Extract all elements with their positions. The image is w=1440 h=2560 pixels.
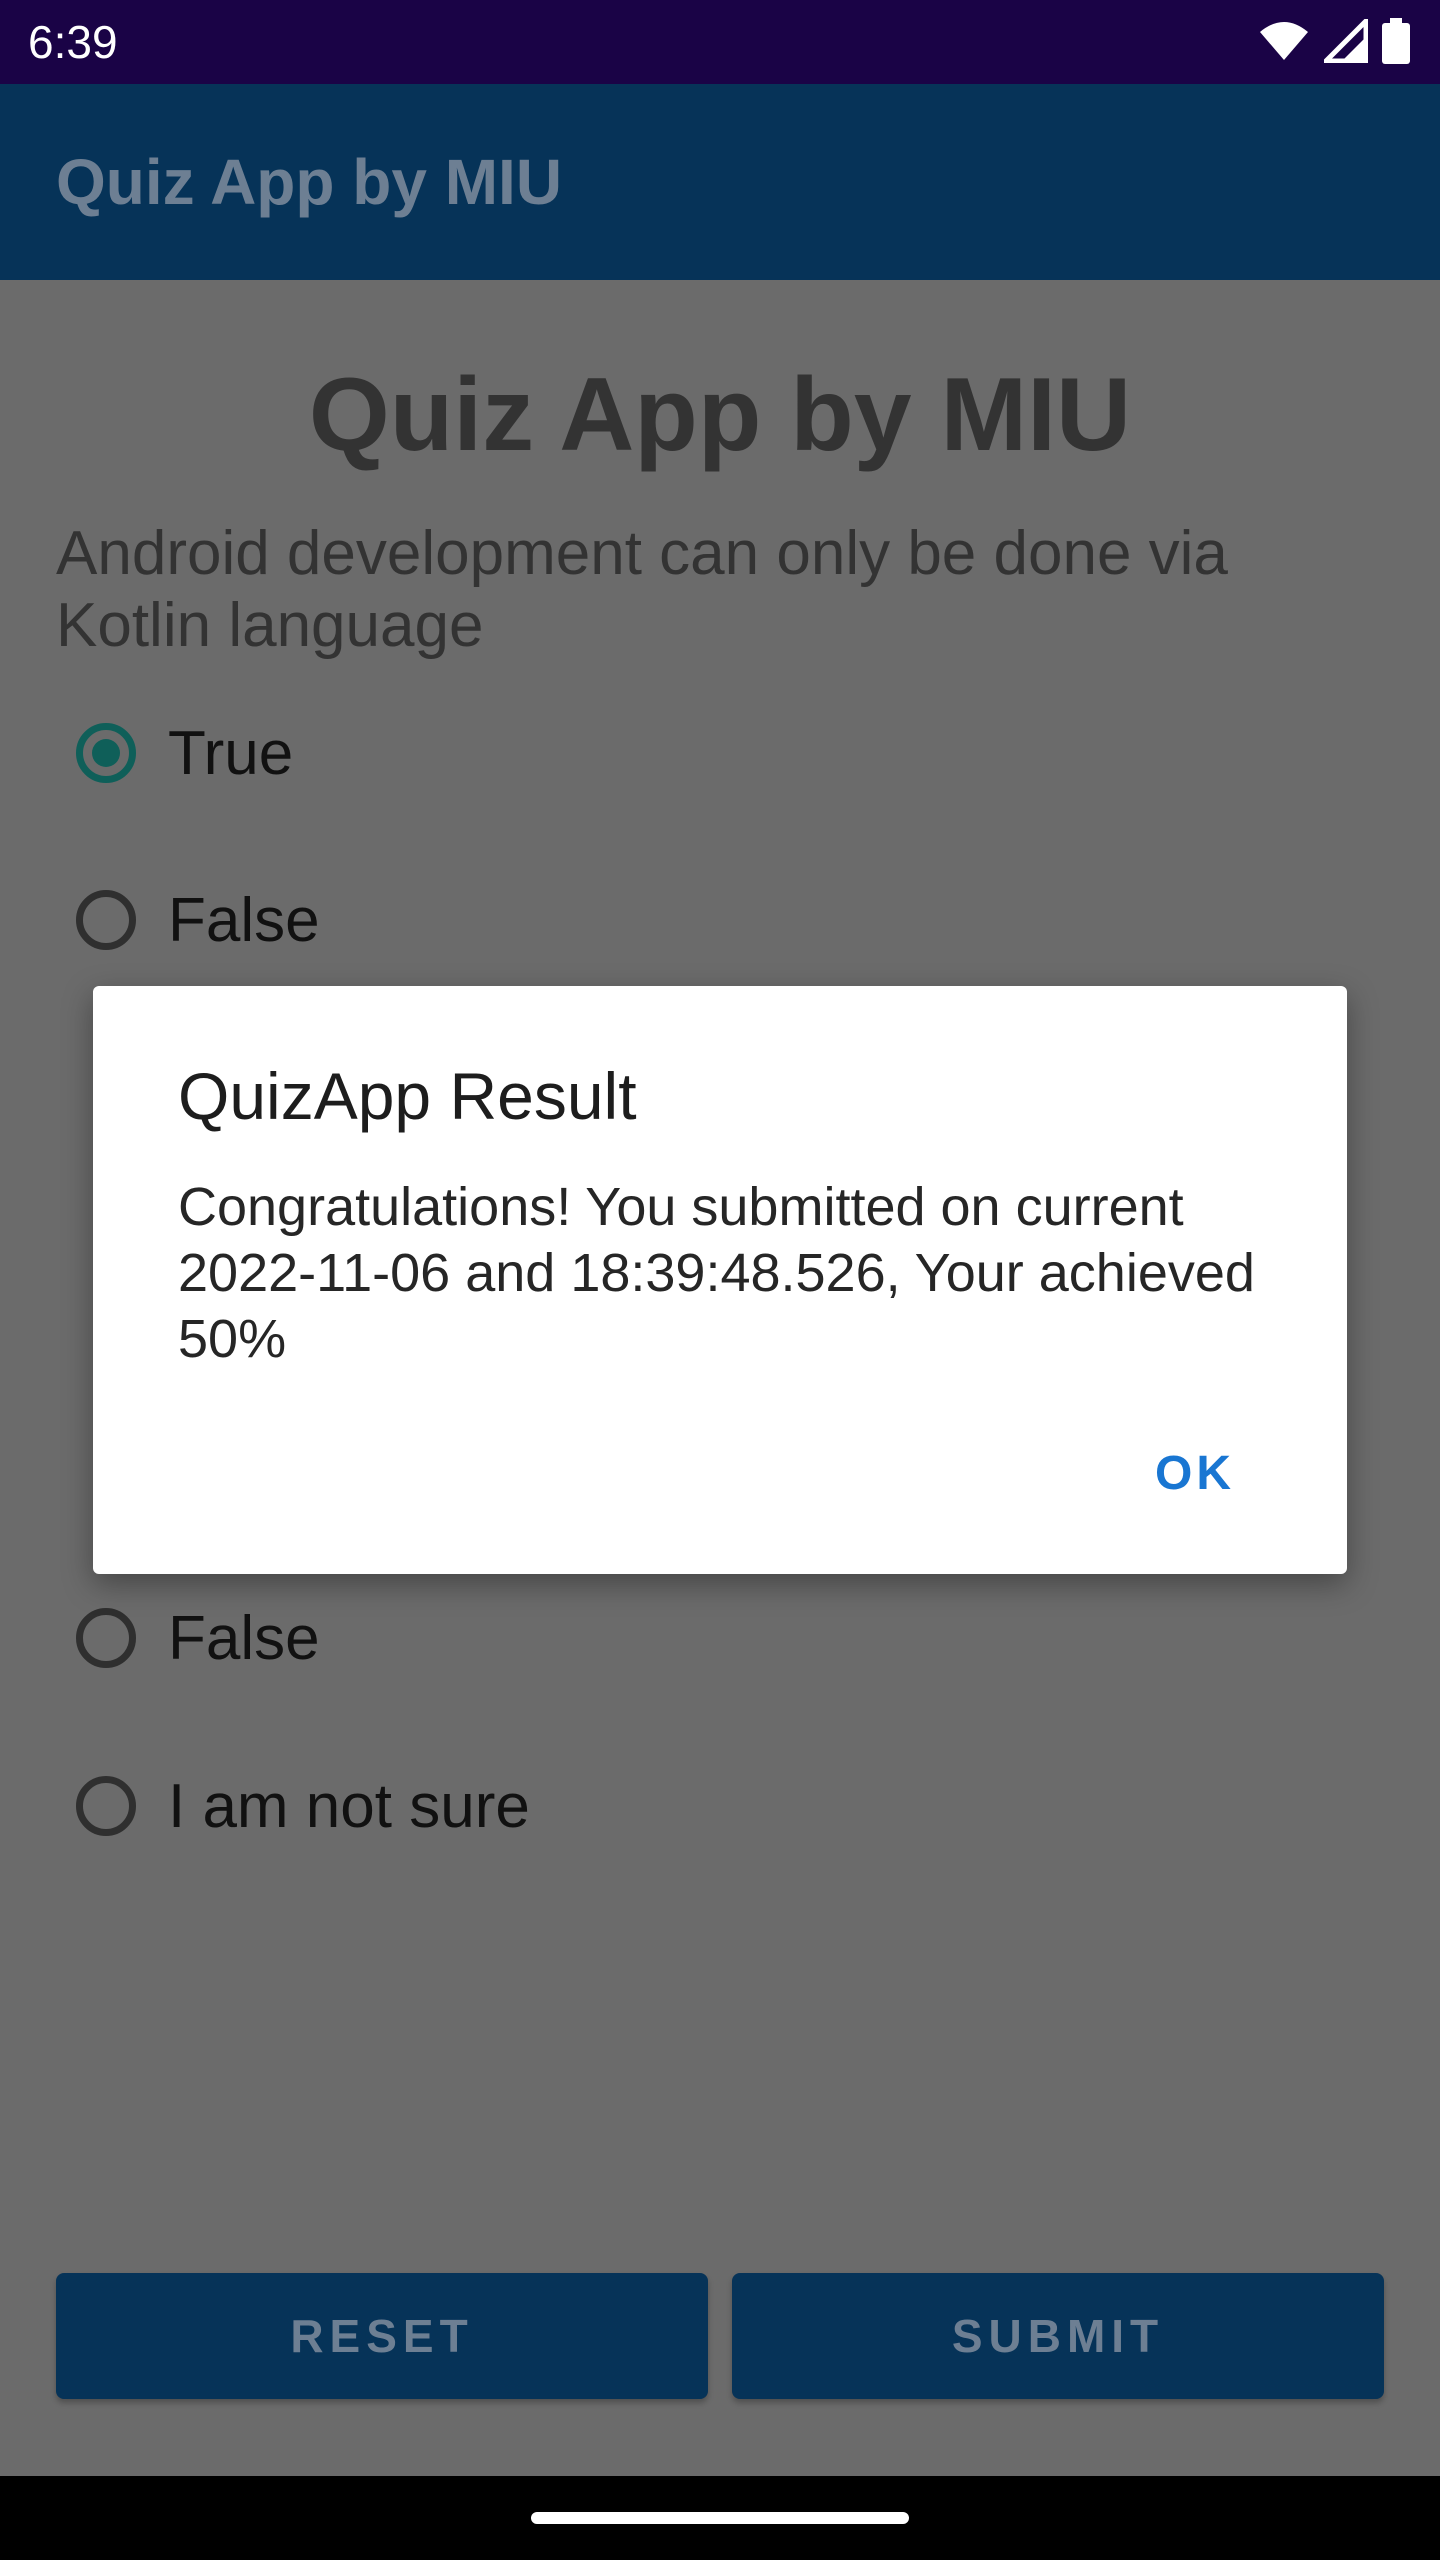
status-bar: 6:39	[0, 0, 1440, 84]
option-label: False	[168, 1603, 320, 1673]
radio-checked-icon[interactable]	[76, 723, 136, 783]
home-gesture-handle[interactable]	[531, 2512, 909, 2524]
radio-unchecked-icon[interactable]	[76, 890, 136, 950]
app-bar: Quiz App by MIU	[0, 84, 1440, 280]
option-label: False	[168, 885, 320, 955]
status-time: 6:39	[28, 16, 118, 68]
reset-button[interactable]: RESET	[56, 2273, 708, 2399]
radio-unchecked-icon[interactable]	[76, 1608, 136, 1668]
dialog-title: QuizApp Result	[178, 1059, 637, 1133]
option-label: I am not sure	[168, 1771, 530, 1841]
navigation-bar	[0, 2476, 1440, 2560]
question-1-text: Android development can only be done via…	[56, 519, 1228, 660]
submit-button[interactable]: SUBMIT	[732, 2273, 1384, 2399]
app-bar-title: Quiz App by MIU	[56, 146, 563, 218]
dialog-message: Congratulations! You submitted on curren…	[178, 1177, 1255, 1369]
question-1-option-true[interactable]: True	[76, 717, 293, 789]
signal-icon	[1324, 19, 1368, 63]
page-title: Quiz App by MIU	[308, 357, 1132, 473]
status-icons	[1258, 18, 1410, 64]
question-2-option-not-sure[interactable]: I am not sure	[76, 1770, 530, 1842]
battery-icon	[1382, 18, 1410, 64]
wifi-icon	[1258, 20, 1310, 62]
ok-button[interactable]: OK	[1155, 1446, 1235, 1501]
question-2-option-false[interactable]: False	[76, 1602, 320, 1674]
question-1-option-false[interactable]: False	[76, 884, 320, 956]
radio-unchecked-icon[interactable]	[76, 1776, 136, 1836]
result-dialog: QuizApp Result Congratulations! You subm…	[93, 986, 1347, 1574]
option-label: True	[168, 718, 294, 788]
